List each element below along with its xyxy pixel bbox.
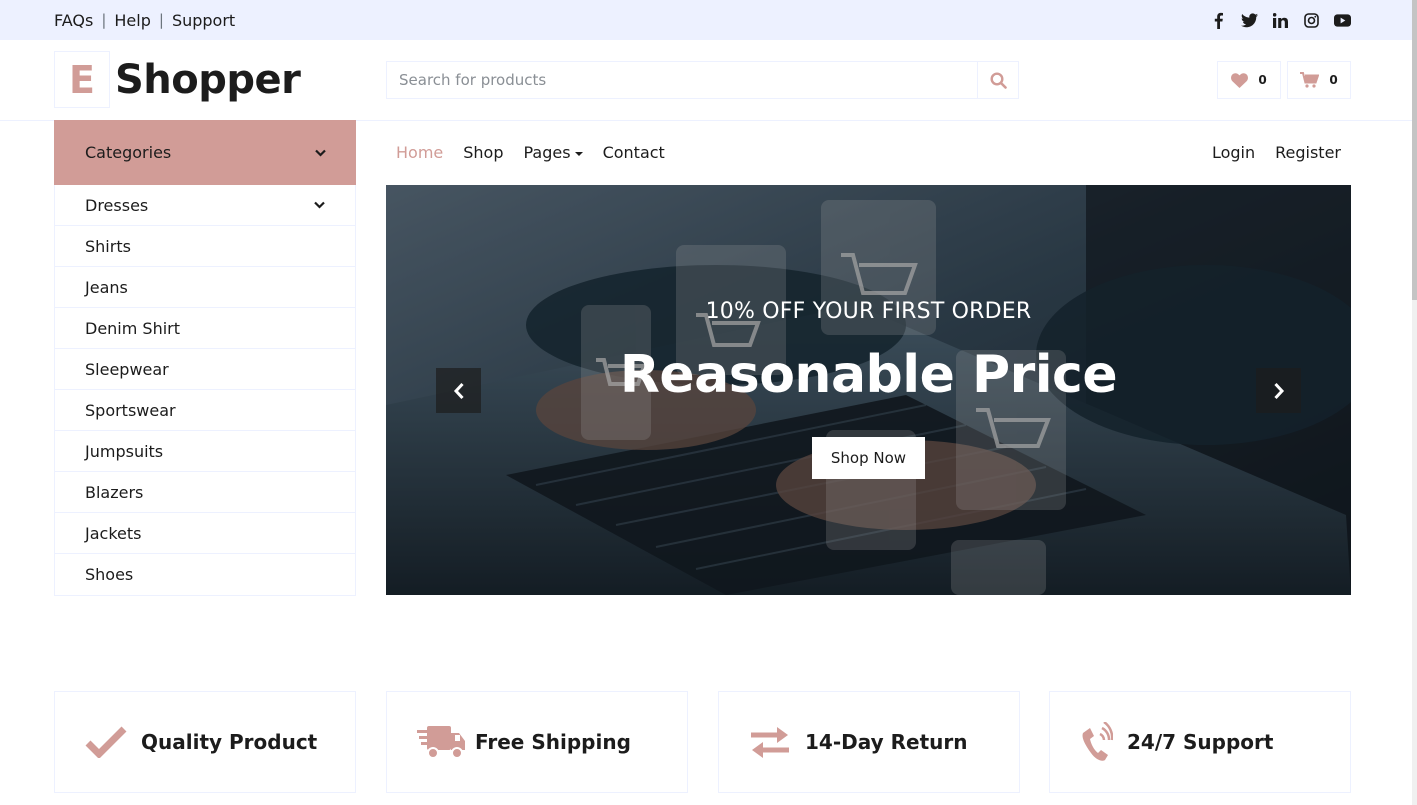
cart-count: 0 (1329, 73, 1338, 87)
carousel-prev-button[interactable] (436, 368, 481, 413)
register-link[interactable]: Register (1265, 143, 1351, 162)
caret-down-icon (574, 151, 583, 156)
nav-contact[interactable]: Contact (593, 143, 675, 162)
facebook-icon[interactable] (1210, 12, 1227, 29)
youtube-icon[interactable] (1334, 12, 1351, 29)
feature-free-shipping: Free Shipping (386, 691, 688, 793)
category-label: Sportswear (85, 400, 176, 420)
top-links: FAQs | Help | Support (54, 0, 235, 40)
category-label: Shirts (85, 236, 131, 256)
faqs-link[interactable]: FAQs (54, 11, 93, 30)
category-jumpsuits[interactable]: Jumpsuits (55, 431, 355, 472)
site-header: E Shopper 0 0 (0, 40, 1417, 121)
shop-now-button[interactable]: Shop Now (812, 437, 925, 479)
carousel-next-button[interactable] (1256, 368, 1301, 413)
phone-volume-icon (1080, 722, 1113, 762)
feature-label: 24/7 Support (1127, 730, 1274, 754)
help-link[interactable]: Help (114, 11, 150, 30)
feature-label: 14-Day Return (805, 730, 968, 754)
search-button[interactable] (977, 62, 1018, 98)
category-label: Dresses (85, 195, 149, 215)
logo-letter: E (54, 51, 110, 108)
nav-shop[interactable]: Shop (453, 143, 513, 162)
category-label: Blazers (85, 482, 144, 502)
chevron-down-icon (315, 149, 326, 157)
linkedin-icon[interactable] (1272, 12, 1289, 29)
auth-links: Login Register (1202, 143, 1351, 162)
category-label: Denim Shirt (85, 318, 181, 338)
category-label: Jackets (85, 523, 142, 543)
twitter-icon[interactable] (1241, 12, 1258, 29)
top-bar: FAQs | Help | Support (0, 0, 1417, 40)
search-bar (386, 61, 1019, 99)
category-shoes[interactable]: Shoes (55, 554, 355, 595)
categories-toggle[interactable]: Categories (54, 120, 356, 185)
separator: | (158, 11, 164, 29)
nav-pages[interactable]: Pages (514, 143, 593, 162)
category-label: Jeans (85, 277, 128, 297)
exchange-icon (749, 725, 791, 759)
feature-24-7-support: 24/7 Support (1049, 691, 1351, 793)
nav-pages-label: Pages (523, 143, 571, 162)
feature-14-day-return: 14-Day Return (718, 691, 1020, 793)
category-label: Sleepwear (85, 359, 169, 379)
categories-title: Categories (85, 143, 172, 162)
heart-icon (1231, 72, 1249, 88)
chevron-left-icon (453, 382, 464, 399)
login-link[interactable]: Login (1202, 143, 1265, 162)
instagram-icon[interactable] (1303, 12, 1320, 29)
chevron-down-icon (314, 201, 325, 209)
search-input[interactable] (387, 62, 977, 98)
category-sleepwear[interactable]: Sleepwear (55, 349, 355, 390)
support-link[interactable]: Support (172, 11, 235, 30)
separator: | (101, 11, 107, 29)
category-jeans[interactable]: Jeans (55, 267, 355, 308)
chevron-right-icon (1273, 382, 1284, 399)
page-scrollbar[interactable] (1412, 0, 1417, 805)
hero-carousel: 10% OFF YOUR FIRST ORDER Reasonable Pric… (386, 185, 1351, 595)
categories-list: Dresses Shirts Jeans Denim Shirt Sleepwe… (54, 185, 356, 596)
category-dresses[interactable]: Dresses (55, 185, 355, 226)
feature-label: Free Shipping (475, 730, 631, 754)
wishlist-count: 0 (1258, 73, 1267, 87)
logo[interactable]: E Shopper (54, 51, 301, 108)
wishlist-button[interactable]: 0 (1217, 61, 1281, 99)
shipping-fast-icon (417, 722, 467, 762)
nav-home[interactable]: Home (386, 143, 453, 162)
category-label: Shoes (85, 565, 134, 584)
category-denim-shirt[interactable]: Denim Shirt (55, 308, 355, 349)
logo-name: Shopper (115, 56, 301, 103)
category-jackets[interactable]: Jackets (55, 513, 355, 554)
category-label: Jumpsuits (85, 441, 164, 461)
social-links (1210, 0, 1351, 40)
cart-button[interactable]: 0 (1287, 61, 1351, 99)
category-blazers[interactable]: Blazers (55, 472, 355, 513)
feature-label: Quality Product (141, 730, 318, 754)
cart-icon (1300, 72, 1320, 88)
main-nav: Home Shop Pages Contact Login Register (386, 120, 1351, 185)
hero-subtitle: 10% OFF YOUR FIRST ORDER (705, 299, 1032, 324)
check-icon (85, 726, 127, 758)
hero-title: Reasonable Price (619, 345, 1118, 405)
feature-quality-product: Quality Product (54, 691, 356, 793)
scrollbar-thumb[interactable] (1412, 0, 1417, 300)
category-sportswear[interactable]: Sportswear (55, 390, 355, 431)
search-icon (989, 71, 1007, 89)
category-shirts[interactable]: Shirts (55, 226, 355, 267)
